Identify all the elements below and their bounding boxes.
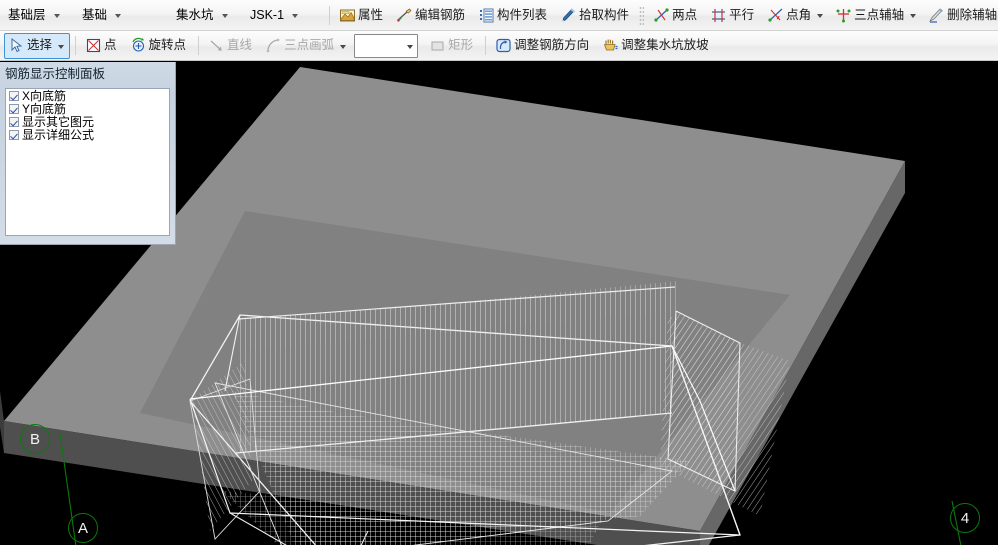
chevron-down-icon[interactable] bbox=[814, 6, 825, 24]
line-tool: 直线 bbox=[204, 33, 259, 59]
parallel-axis-button[interactable]: 平行 bbox=[706, 2, 761, 28]
draw-separator-3 bbox=[485, 36, 487, 55]
rotate-point-icon bbox=[130, 37, 147, 54]
line-tool-icon bbox=[208, 37, 225, 54]
component-name-selector[interactable]: JSK-1 bbox=[246, 5, 324, 25]
cursor-arrow-icon bbox=[8, 37, 25, 54]
rectangle-tool: 矩形 bbox=[425, 33, 480, 59]
grid-bubble-4-label: 4 bbox=[960, 509, 970, 527]
component-list-button-label: 构件列表 bbox=[497, 7, 548, 22]
pick-component-button-label: 拾取构件 bbox=[579, 7, 630, 22]
adjust-sump-slope-button[interactable]: 调整集水坑放坡 bbox=[598, 33, 716, 59]
draw-separator-2 bbox=[198, 36, 200, 55]
delete-axis-icon bbox=[928, 7, 945, 24]
delete-axis-label: 删除辅轴 bbox=[947, 7, 998, 22]
three-point-axis-label: 三点辅轴 bbox=[854, 7, 905, 22]
draw-separator-1 bbox=[75, 36, 77, 55]
checkbox-icon[interactable] bbox=[9, 117, 19, 127]
category-selector-value: 基础 bbox=[82, 8, 108, 22]
arc-tool-label: 三点画弧 bbox=[284, 38, 335, 52]
checkbox-x-bottom-rebar-label: X向底筋 bbox=[22, 88, 67, 103]
pick-component-button[interactable]: 拾取构件 bbox=[556, 2, 636, 28]
two-point-axis-label: 两点 bbox=[672, 7, 698, 22]
edit-rebar-icon bbox=[396, 7, 413, 24]
chevron-down-icon bbox=[111, 6, 125, 24]
grid-bubble-a[interactable]: A bbox=[68, 513, 98, 543]
delete-axis-button[interactable]: 删除辅轴 bbox=[924, 2, 998, 28]
adjust-sump-slope-icon bbox=[602, 37, 619, 54]
checkbox-icon[interactable] bbox=[9, 104, 19, 114]
chevron-down-icon bbox=[403, 37, 417, 55]
adjust-rebar-direction-icon bbox=[495, 37, 512, 54]
adjust-rebar-direction-label: 调整钢筋方向 bbox=[514, 38, 590, 52]
chevron-down-icon bbox=[218, 6, 232, 24]
checkbox-y-bottom-rebar-label: Y向底筋 bbox=[22, 101, 67, 116]
chevron-down-icon[interactable] bbox=[55, 37, 66, 55]
floor-selector[interactable]: 基础层 bbox=[4, 5, 76, 25]
chevron-down-icon bbox=[50, 6, 64, 24]
chevron-down-icon[interactable] bbox=[907, 6, 918, 24]
checkbox-show-other-elements-label: 显示其它图元 bbox=[22, 114, 95, 129]
application-window: 基础层 基础 集水坑 JSK-1 属性 编辑钢筋 构件列表 拾取构件 两点 平行… bbox=[0, 0, 998, 545]
component-list-icon bbox=[478, 7, 495, 24]
three-point-axis-icon bbox=[835, 7, 852, 24]
rebar-option-list[interactable]: X向底筋 Y向底筋 显示其它图元 显示详细公式 bbox=[5, 88, 170, 236]
edit-rebar-button[interactable]: 编辑钢筋 bbox=[392, 2, 472, 28]
select-tool-label: 选择 bbox=[27, 38, 53, 52]
point-tool-label: 点 bbox=[104, 38, 117, 52]
properties-button-label: 属性 bbox=[358, 7, 384, 22]
checkbox-icon[interactable] bbox=[9, 130, 19, 140]
toolbar-separator bbox=[329, 5, 330, 25]
component-list-button[interactable]: 构件列表 bbox=[474, 2, 554, 28]
category-selector[interactable]: 基础 bbox=[78, 5, 170, 25]
point-angle-axis-label: 点角 bbox=[786, 7, 812, 22]
adjust-rebar-direction-button[interactable]: 调整钢筋方向 bbox=[491, 33, 596, 59]
edit-rebar-button-label: 编辑钢筋 bbox=[415, 7, 466, 22]
two-point-axis-button[interactable]: 两点 bbox=[649, 2, 704, 28]
checkbox-show-detailed-formula[interactable]: 显示详细公式 bbox=[6, 129, 169, 141]
parallel-axis-label: 平行 bbox=[729, 7, 755, 22]
eyedropper-icon bbox=[560, 7, 577, 24]
checkbox-x-bottom-rebar[interactable]: X向底筋 bbox=[6, 90, 169, 102]
top-toolbar: 基础层 基础 集水坑 JSK-1 属性 编辑钢筋 构件列表 拾取构件 两点 平行… bbox=[0, 0, 998, 31]
toolbar-grip[interactable] bbox=[639, 5, 645, 25]
checkbox-show-detailed-formula-label: 显示详细公式 bbox=[22, 127, 95, 142]
chevron-down-icon[interactable] bbox=[337, 37, 348, 55]
rebar-display-control-panel: 钢筋显示控制面板 X向底筋 Y向底筋 显示其它图元 显示详细公式 bbox=[0, 62, 176, 245]
select-tool[interactable]: 选择 bbox=[4, 32, 71, 59]
grid-bubble-b-label: B bbox=[29, 430, 40, 448]
point-tool[interactable]: 点 bbox=[81, 33, 124, 59]
grid-bubble-b[interactable]: B bbox=[20, 424, 50, 454]
component-type-selector-value: 集水坑 bbox=[176, 8, 214, 22]
panel-title: 钢筋显示控制面板 bbox=[5, 67, 106, 81]
adjust-sump-slope-label: 调整集水坑放坡 bbox=[621, 38, 709, 52]
point-angle-axis-button[interactable]: 点角 bbox=[763, 2, 829, 28]
properties-button[interactable]: 属性 bbox=[335, 2, 390, 28]
draw-option-combo[interactable] bbox=[354, 33, 419, 58]
checkbox-y-bottom-rebar[interactable]: Y向底筋 bbox=[6, 103, 169, 115]
three-point-axis-button[interactable]: 三点辅轴 bbox=[831, 2, 922, 28]
properties-icon bbox=[339, 7, 356, 24]
three-point-arc-tool: 三点画弧 bbox=[261, 33, 352, 59]
point-tool-icon bbox=[85, 37, 102, 54]
rotate-point-tool[interactable]: 旋转点 bbox=[126, 33, 194, 59]
grid-bubble-a-label: A bbox=[77, 519, 88, 537]
rotate-point-label: 旋转点 bbox=[148, 38, 187, 52]
rectangle-tool-label: 矩形 bbox=[448, 38, 474, 52]
chevron-down-icon bbox=[288, 6, 302, 24]
draw-toolbar: 选择 点 旋转点 直线 三点画弧 矩形 调整钢筋方向 调整集水坑放坡 bbox=[0, 31, 998, 61]
line-tool-label: 直线 bbox=[227, 38, 253, 52]
grid-bubble-4[interactable]: 4 bbox=[950, 503, 980, 533]
point-angle-axis-icon bbox=[767, 7, 784, 24]
component-name-selector-value: JSK-1 bbox=[250, 8, 285, 22]
checkbox-show-other-elements[interactable]: 显示其它图元 bbox=[6, 116, 169, 128]
two-point-axis-icon bbox=[653, 7, 670, 24]
rectangle-icon bbox=[429, 37, 446, 54]
arc-tool-icon bbox=[265, 37, 282, 54]
checkbox-icon[interactable] bbox=[9, 91, 19, 101]
parallel-axis-icon bbox=[710, 7, 727, 24]
floor-selector-value: 基础层 bbox=[8, 8, 46, 22]
component-type-selector[interactable]: 集水坑 bbox=[172, 5, 244, 25]
